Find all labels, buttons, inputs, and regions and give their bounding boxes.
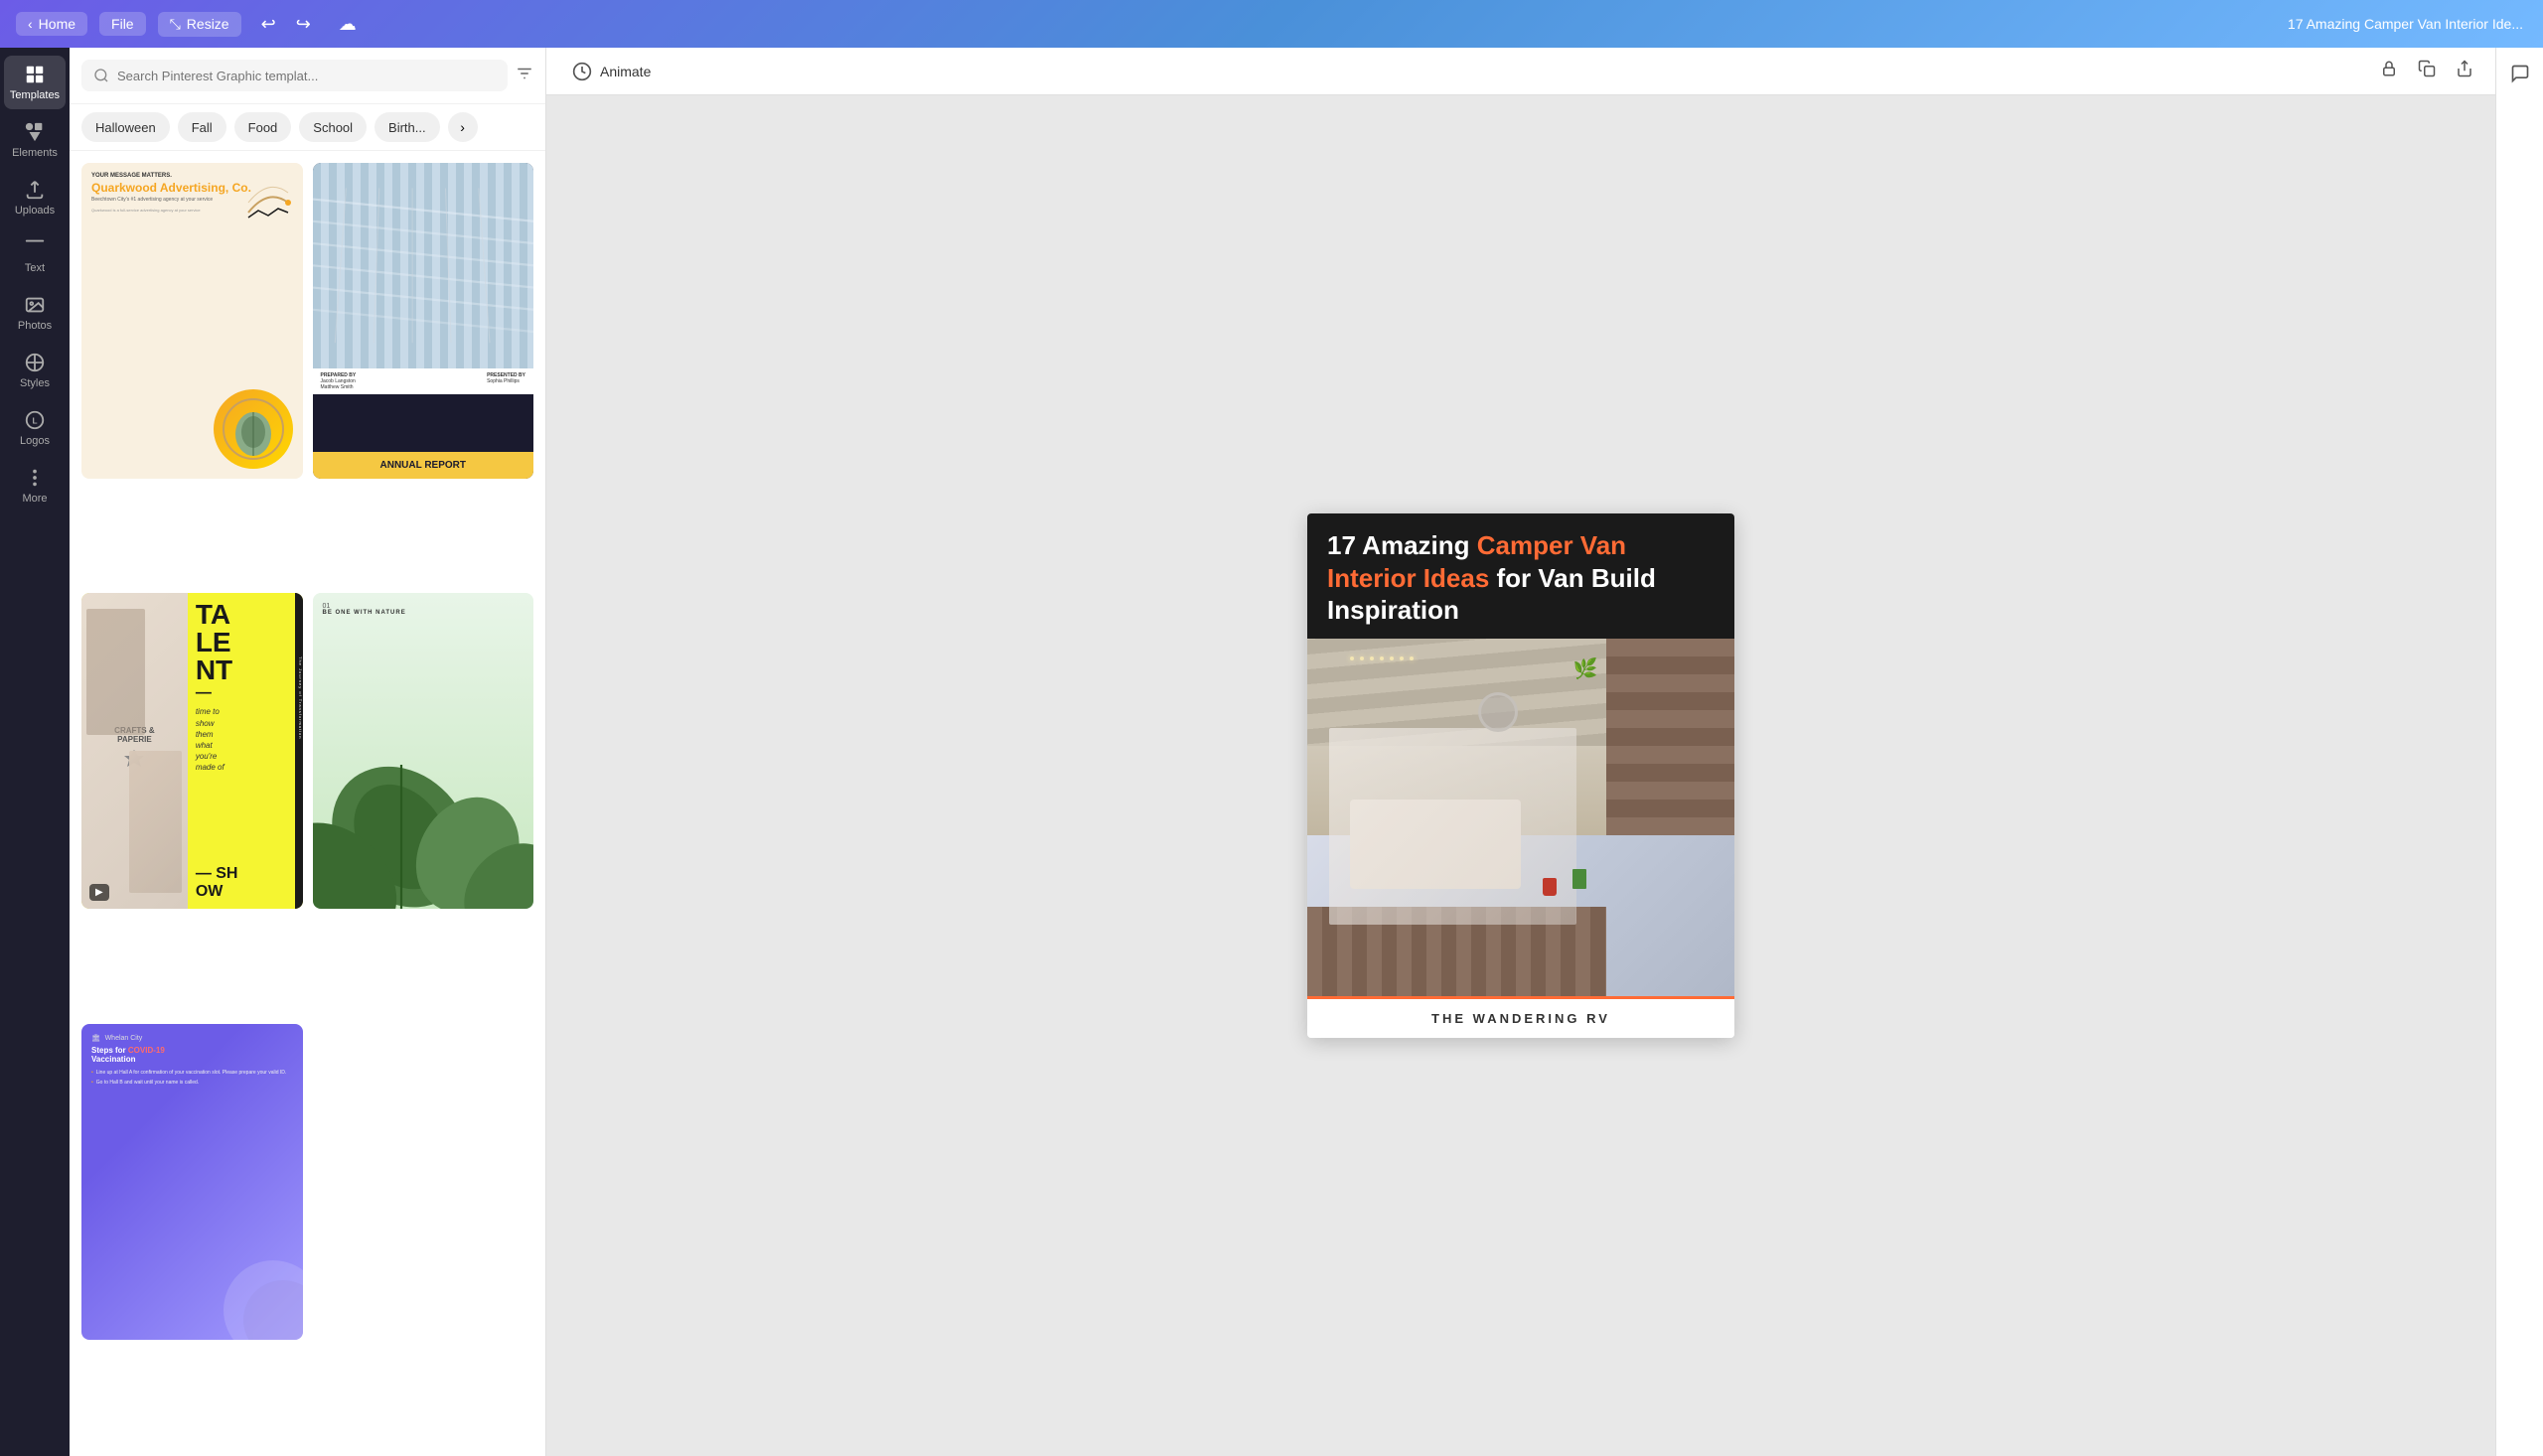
template-nature: 01 BE ONE WITH NATURE [313, 593, 534, 909]
duplicate-icon [2418, 60, 2436, 77]
search-bar [70, 48, 545, 104]
pinterest-card-header: 17 Amazing Camper Van Interior Ideas for… [1307, 513, 1734, 639]
template-covid: 🏛 Whelan City Steps for COVID-19Vaccinat… [81, 1024, 303, 1340]
canvas-content: 17 Amazing Camper Van Interior Ideas for… [546, 95, 2495, 1456]
sidebar-item-photos[interactable]: Photos [4, 286, 66, 340]
canvas-area: Animate [546, 48, 2495, 1456]
sidebar-item-templates[interactable]: Templates [4, 56, 66, 109]
quarkwood-circle [214, 389, 293, 469]
redo-button[interactable]: ↪ [288, 10, 319, 39]
chip-birth[interactable]: Birth... [374, 112, 440, 142]
template-card-4[interactable]: 01 BE ONE WITH NATURE [313, 593, 534, 909]
topbar: ‹ Home File ⤡ Resize ↩ ↪ ☁ 17 Amazing Ca… [0, 0, 2543, 48]
lock-icon [2380, 60, 2398, 77]
template-grid: YOUR MESSAGE MATTERS. Quarkwood Advertis… [70, 151, 545, 1456]
template-talent: CRAFTS & PAPERIE [81, 593, 303, 909]
filter-chips: Halloween Fall Food School Birth... › [70, 104, 545, 151]
chip-halloween[interactable]: Halloween [81, 112, 170, 142]
elements-icon [24, 121, 46, 143]
right-panel [2495, 48, 2543, 1456]
share-icon [2456, 60, 2473, 77]
annual-report-image [313, 163, 534, 368]
sidebar-item-logos[interactable]: L Logos [4, 401, 66, 455]
annual-report-footer: PREPARED BY Jacob Langston Matthew Smith… [313, 368, 534, 394]
pinterest-design-card: 17 Amazing Camper Van Interior Ideas for… [1307, 513, 1734, 1038]
svg-text:L: L [32, 417, 37, 426]
undo-redo-group: ↩ ↪ [253, 10, 319, 39]
resize-button[interactable]: ⤡ Resize [158, 12, 241, 37]
templates-icon [24, 64, 46, 85]
file-button[interactable]: File [99, 12, 146, 36]
pinterest-card-title: 17 Amazing Camper Van Interior Ideas for… [1327, 529, 1715, 627]
document-title: 17 Amazing Camper Van Interior Ide... [2288, 16, 2523, 32]
main-layout: Templates Elements Uploads Text [0, 48, 2543, 1456]
sidebar: Templates Elements Uploads Text [0, 48, 70, 1456]
template-quarkwood: YOUR MESSAGE MATTERS. Quarkwood Advertis… [81, 163, 303, 479]
play-badge: ▶ [89, 884, 109, 901]
template-card-5[interactable]: 🏛 Whelan City Steps for COVID-19Vaccinat… [81, 1024, 303, 1340]
filter-button[interactable] [516, 65, 533, 87]
photos-icon [24, 294, 46, 316]
share-button[interactable] [2450, 54, 2479, 88]
styles-icon [24, 352, 46, 373]
home-button[interactable]: ‹ Home [16, 12, 87, 36]
pinterest-card-photo: 🌿 [1307, 639, 1734, 996]
sidebar-item-more[interactable]: More [4, 459, 66, 512]
chip-food[interactable]: Food [234, 112, 292, 142]
chip-fall[interactable]: Fall [178, 112, 226, 142]
search-input[interactable] [117, 69, 496, 83]
template-annual-report: ANNUAL REPORT PREPARED BY Jacob Langston… [313, 163, 534, 479]
canvas-tools-right [2374, 54, 2479, 88]
lock-button[interactable] [2374, 54, 2404, 88]
chip-school[interactable]: School [299, 112, 367, 142]
template-card-1[interactable]: YOUR MESSAGE MATTERS. Quarkwood Advertis… [81, 163, 303, 479]
annual-report-title-area: ANNUAL REPORT [313, 452, 534, 479]
comments-icon [2510, 64, 2530, 83]
template-card-3[interactable]: CRAFTS & PAPERIE [81, 593, 303, 909]
sidebar-item-text[interactable]: Text [4, 228, 66, 282]
more-icon [24, 467, 46, 489]
template-card-2[interactable]: ANNUAL REPORT PREPARED BY Jacob Langston… [313, 163, 534, 479]
chevron-left-icon: ‹ [28, 16, 33, 32]
templates-panel: Halloween Fall Food School Birth... › YO… [70, 48, 546, 1456]
sidebar-item-elements[interactable]: Elements [4, 113, 66, 167]
filter-icon [516, 65, 533, 82]
chips-scroll-right[interactable]: › [448, 112, 478, 142]
sidebar-item-uploads[interactable]: Uploads [4, 171, 66, 224]
cloud-save-button[interactable]: ☁ [331, 10, 365, 39]
right-panel-comments-button[interactable] [2502, 56, 2538, 94]
topbar-left: ‹ Home File ⤡ Resize ↩ ↪ ☁ [16, 10, 365, 39]
search-icon [93, 68, 109, 83]
animate-icon [572, 62, 592, 81]
search-wrapper [81, 60, 508, 91]
sidebar-item-styles[interactable]: Styles [4, 344, 66, 397]
logos-icon: L [24, 409, 46, 431]
canvas-toolbar: Animate [546, 48, 2495, 95]
animate-button[interactable]: Animate [562, 56, 661, 87]
text-icon [24, 236, 46, 258]
uploads-icon [24, 179, 46, 201]
pinterest-card-footer: THE WANDERING RV [1307, 996, 1734, 1038]
undo-button[interactable]: ↩ [253, 10, 284, 39]
duplicate-button[interactable] [2412, 54, 2442, 88]
resize-icon: ⤡ [170, 16, 181, 33]
